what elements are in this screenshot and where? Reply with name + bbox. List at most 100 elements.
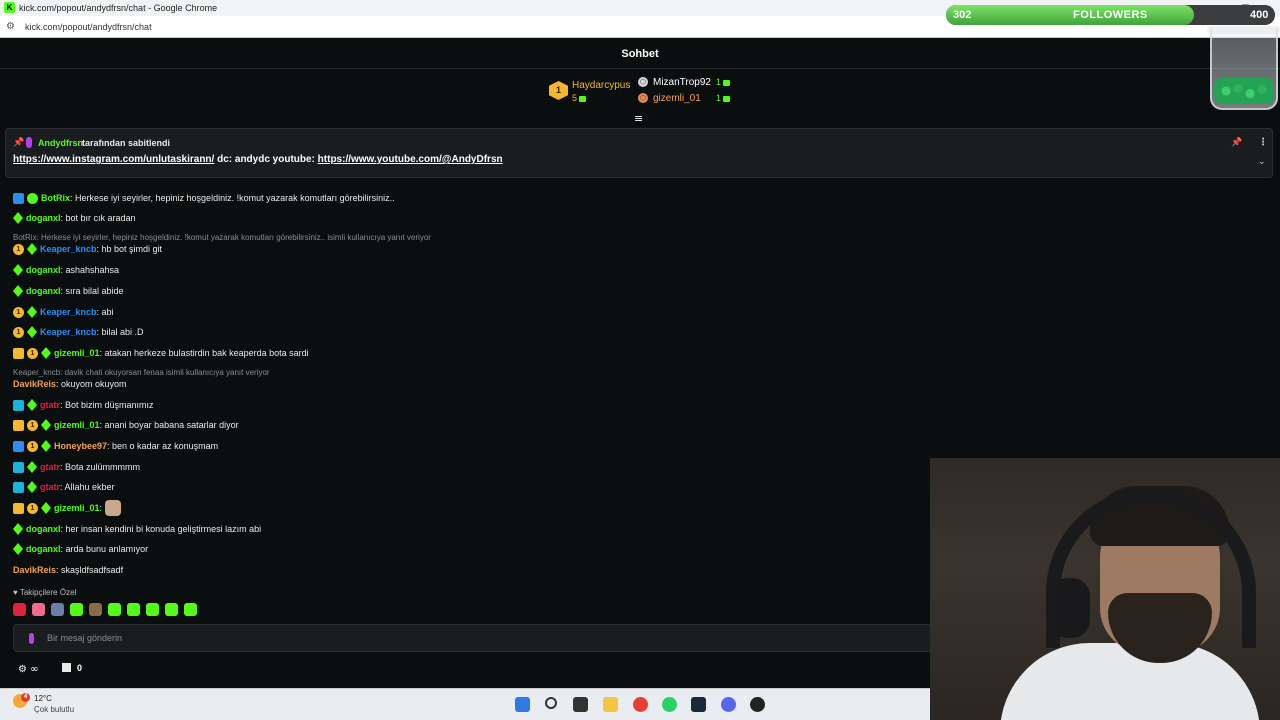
- rank-3-name[interactable]: gizemli_01: [653, 93, 701, 104]
- message-username[interactable]: gizemli_01: [54, 420, 100, 430]
- search-icon[interactable]: [545, 697, 557, 709]
- chat-message[interactable]: BotRix : Herkese iyi seyirler, hepiniz h…: [13, 191, 395, 205]
- headset-earcup: [1050, 578, 1090, 638]
- message-username[interactable]: Keaper_kncb: [40, 244, 97, 254]
- message-username[interactable]: doganxl: [26, 265, 61, 275]
- sub-badge-icon: [13, 481, 24, 493]
- gift-rank-badge-icon: 1: [13, 243, 24, 255]
- webcam-overlay: [930, 458, 1280, 720]
- chat-message[interactable]: 1 gizemli_01 : anani boyar babana satarl…: [13, 418, 239, 432]
- message-username[interactable]: gizemli_01: [54, 348, 100, 358]
- message-username[interactable]: DavikReis: [13, 565, 56, 575]
- chat-message[interactable]: gtatr : Bota zulümmmmm: [13, 460, 140, 474]
- address-url[interactable]: kick.com/popout/andydfrsn/chat: [25, 22, 152, 32]
- chevron-down-icon[interactable]: ⌄: [1258, 157, 1266, 167]
- chat-message[interactable]: doganxl : her insan kendini bi konuda ge…: [13, 522, 261, 536]
- rank-1-count: 5: [572, 93, 587, 103]
- emote-icon[interactable]: [13, 603, 26, 616]
- followers-current: 302: [953, 9, 972, 21]
- unpin-icon[interactable]: 📌: [1231, 138, 1242, 148]
- task-view-icon[interactable]: [573, 697, 588, 712]
- message-text: :: [99, 503, 103, 513]
- instagram-link[interactable]: https://www.instagram.com/unlutaskirann/: [13, 154, 214, 165]
- sub-badge-icon: [13, 399, 24, 411]
- message-username[interactable]: gtatr: [40, 482, 60, 492]
- message-text: : anani boyar babana satarlar diyor: [99, 420, 239, 430]
- message-username[interactable]: doganxl: [26, 286, 61, 296]
- pinned-by-user[interactable]: Andydfrsn: [38, 138, 83, 148]
- emote-icon[interactable]: [146, 603, 159, 616]
- gifter-badge-icon: [41, 419, 51, 431]
- gear-icon[interactable]: ⚙: [18, 664, 27, 675]
- collapse-leaderboard-icon[interactable]: ≡: [634, 112, 643, 125]
- pin-icon: 📌: [13, 138, 25, 148]
- message-username[interactable]: gtatr: [40, 400, 60, 410]
- gifter-badge-icon: [27, 481, 37, 493]
- chat-message[interactable]: 1 Keaper_kncb : hb bot şimdi git: [13, 242, 162, 256]
- message-username[interactable]: doganxl: [26, 213, 61, 223]
- points-counter[interactable]: 0: [62, 663, 82, 673]
- emote-icon[interactable]: [70, 603, 83, 616]
- verified-badge-icon: [27, 192, 38, 204]
- gem-icon: [723, 95, 731, 102]
- rank-3-badge-icon: ⬡: [638, 93, 648, 103]
- chat-message[interactable]: doganxl : ashahshahsa: [13, 263, 119, 277]
- chat-message[interactable]: 1 Keaper_kncb : bilal abi .D: [13, 325, 144, 339]
- message-username[interactable]: Keaper_kncb: [40, 327, 97, 337]
- message-username[interactable]: doganxl: [26, 544, 61, 554]
- cat-emote-icon[interactable]: [105, 500, 122, 516]
- chat-message[interactable]: DavikReis : skaşldfsadfsadf: [13, 563, 123, 577]
- emote-icon[interactable]: [108, 603, 121, 616]
- youtube-link[interactable]: https://www.youtube.com/@AndyDfrsn: [318, 154, 503, 165]
- rank-1-name[interactable]: Haydarcypus: [572, 80, 630, 91]
- jar-gems: [1214, 78, 1274, 104]
- message-text: : bilal abi .D: [96, 327, 144, 337]
- weather-description[interactable]: Çok bulutlu: [34, 705, 74, 714]
- gift-rank-badge-icon: 1: [27, 440, 38, 452]
- followers-goal: 400: [1250, 9, 1269, 21]
- chat-message[interactable]: gtatr : Bot bizim düşmanımız: [13, 398, 154, 412]
- emote-icon[interactable]: [165, 603, 178, 616]
- emote-icon[interactable]: [51, 603, 64, 616]
- more-options-icon[interactable]: ⋮: [1258, 137, 1268, 148]
- chat-message[interactable]: 1 gizemli_01 :: [13, 500, 122, 516]
- message-username[interactable]: gtatr: [40, 462, 60, 472]
- settings-infinity[interactable]: ⚙ ∞: [18, 664, 39, 675]
- emote-icon[interactable]: [184, 603, 197, 616]
- message-username[interactable]: Honeybee97: [54, 441, 107, 451]
- weather-temperature[interactable]: 12°C: [34, 694, 52, 703]
- message-username[interactable]: DavikReis: [13, 379, 56, 389]
- message-text: : ashahshahsa: [60, 265, 120, 275]
- emote-icon[interactable]: [127, 603, 140, 616]
- chrome-icon[interactable]: [633, 697, 648, 712]
- chat-input-placeholder[interactable]: Bir mesaj gönderin: [47, 633, 122, 643]
- app-icon[interactable]: [750, 697, 765, 712]
- gifter-badge-icon: [27, 399, 37, 411]
- gifter-badge-icon: [13, 212, 23, 224]
- rank-2-name[interactable]: MizanTrop92: [653, 77, 711, 88]
- microphone-badge-icon: [26, 137, 32, 148]
- gem-icon: [579, 95, 587, 102]
- chat-message[interactable]: 1 Honeybee97 : ben o kadar az konuşmam: [13, 439, 218, 453]
- message-username[interactable]: BotRix: [41, 193, 70, 203]
- reply-context[interactable]: BotRix: Herkese iyi seyirler, hepiniz ho…: [13, 233, 431, 242]
- emote-icon[interactable]: [89, 603, 102, 616]
- emote-icon[interactable]: [32, 603, 45, 616]
- chat-message[interactable]: doganxl : sıra bilal abide: [13, 284, 124, 298]
- chat-message[interactable]: DavikReis : okuyom okuyom: [13, 377, 127, 391]
- message-username[interactable]: doganxl: [26, 524, 61, 534]
- site-settings-icon[interactable]: ⚙: [6, 21, 15, 32]
- whatsapp-icon[interactable]: [662, 697, 677, 712]
- chat-message[interactable]: 1 Keaper_kncb : abi: [13, 305, 114, 319]
- reply-context[interactable]: Keaper_kncb: davik chati okuyorsan fenaa…: [13, 368, 270, 377]
- chat-message[interactable]: 1 gizemli_01 : atakan herkeze bulastirdi…: [13, 346, 309, 360]
- file-explorer-icon[interactable]: [603, 697, 618, 712]
- discord-icon[interactable]: [721, 697, 736, 712]
- chat-message[interactable]: doganxl : arda bunu anlamıyor: [13, 542, 148, 556]
- steam-icon[interactable]: [691, 697, 706, 712]
- message-username[interactable]: Keaper_kncb: [40, 307, 97, 317]
- chat-message[interactable]: gtatr : Allahu ekber: [13, 480, 115, 494]
- message-username[interactable]: gizemli_01: [54, 503, 100, 513]
- chat-message[interactable]: doganxl : bot bır cık aradan: [13, 211, 136, 225]
- start-icon[interactable]: [515, 697, 530, 712]
